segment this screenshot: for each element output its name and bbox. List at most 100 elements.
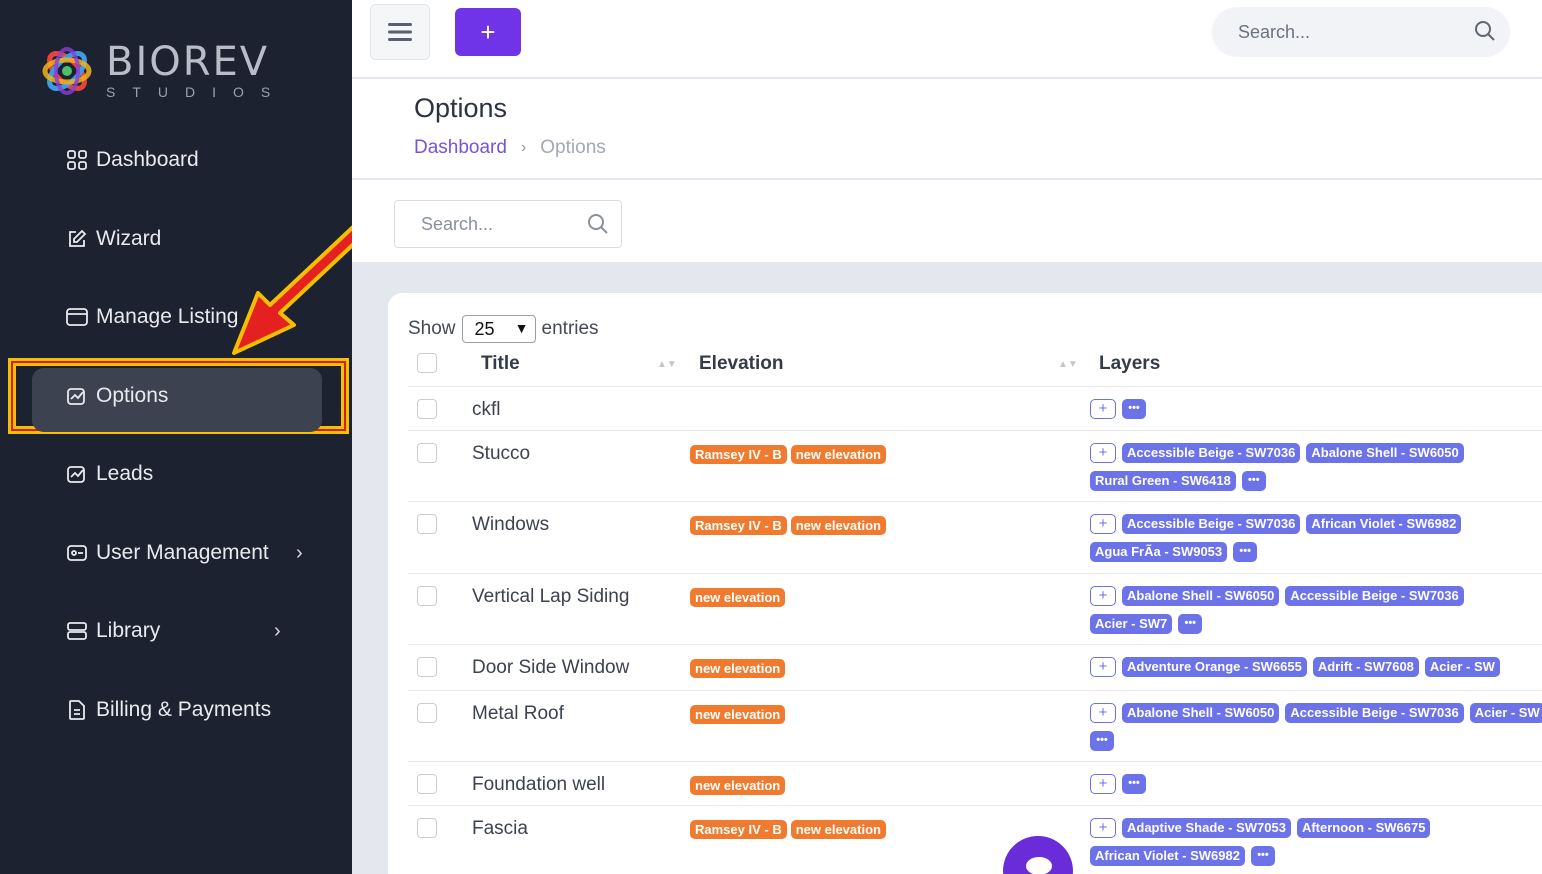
column-header-layers[interactable]: Layers [1099, 353, 1160, 375]
column-header-elevation[interactable]: Elevation [699, 353, 783, 375]
table-row[interactable]: Stucco Ramsey IV - B new elevation + Acc… [408, 431, 1542, 502]
table-row[interactable]: Vertical Lap Siding new elevation + Abal… [408, 574, 1542, 645]
add-layer-button[interactable]: + [1090, 443, 1116, 463]
sidebar-item-wizard[interactable]: Wizard [66, 219, 161, 259]
sidebar-item-label: User Management [96, 541, 269, 564]
menu-toggle-button[interactable] [370, 4, 430, 60]
row-checkbox[interactable] [417, 818, 437, 838]
elevation-badge: Ramsey IV - B [690, 445, 787, 464]
row-checkbox[interactable] [417, 514, 437, 534]
entries-select[interactable]: 25 ▼ [461, 315, 536, 343]
layer-badge: Accessible Beige - SW7036 [1285, 586, 1464, 606]
layer-badge: Abalone Shell - SW6050 [1306, 443, 1464, 463]
row-title: ckfl [472, 399, 501, 420]
chat-button[interactable] [1003, 836, 1073, 874]
sidebar-item-billing[interactable]: Billing & Payments [66, 690, 271, 730]
layer-badge: Acier - SW [1469, 703, 1542, 723]
row-title: Foundation well [472, 774, 606, 795]
elevation-badge: Ramsey IV - B [690, 820, 787, 839]
add-layer-button[interactable]: + [1090, 514, 1116, 534]
layer-badge: Rural Green - SW6418 [1090, 471, 1236, 491]
elevation-badge: new elevation [690, 659, 786, 678]
row-title: Metal Roof [472, 703, 564, 724]
row-checkbox[interactable] [417, 443, 437, 463]
grid-icon [66, 149, 88, 171]
table-row[interactable]: Door Side Window new elevation + Adventu… [408, 645, 1542, 691]
row-title: Windows [472, 514, 550, 535]
search-placeholder: Search... [1238, 21, 1311, 42]
row-checkbox[interactable] [417, 774, 437, 794]
sidebar-item-label: Leads [96, 462, 154, 485]
database-icon [66, 620, 88, 642]
more-layers-button[interactable]: ••• [1233, 542, 1258, 562]
page-title: Options [414, 93, 508, 123]
row-checkbox[interactable] [417, 586, 437, 606]
sidebar-item-leads[interactable]: Leads [66, 454, 153, 494]
search-icon [588, 214, 608, 234]
layer-badge: Adrift - SW7608 [1312, 657, 1419, 677]
options-search-input[interactable]: Search... [394, 200, 622, 248]
edit-icon [66, 228, 88, 250]
entries-label: entries [541, 318, 599, 339]
show-label: Show [408, 318, 456, 339]
topbar: + Search... [352, 0, 1542, 78]
entries-value: 25 [474, 318, 495, 339]
layer-badge: African Violet - SW6982 [1306, 514, 1462, 534]
more-layers-button[interactable]: ••• [1122, 399, 1146, 419]
sidebar-item-user-management[interactable]: User Management › [66, 533, 316, 573]
more-layers-button[interactable]: ••• [1178, 614, 1203, 634]
table-row[interactable]: Windows Ramsey IV - B new elevation + Ac… [408, 502, 1542, 574]
more-layers-button[interactable]: ••• [1250, 846, 1275, 866]
breadcrumb: Dashboard › Options [414, 137, 606, 159]
layer-badge: Acier - SW [1424, 657, 1500, 677]
layer-badge: Abalone Shell - SW6050 [1122, 586, 1280, 606]
more-layers-button[interactable]: ••• [1122, 774, 1146, 794]
add-layer-button[interactable]: + [1090, 399, 1116, 419]
chevron-down-icon: ▼ [514, 320, 529, 336]
layer-badge: Adventure Orange - SW6655 [1122, 657, 1307, 677]
sidebar-item-dashboard[interactable]: Dashboard [66, 140, 199, 180]
add-layer-button[interactable]: + [1090, 586, 1116, 606]
global-search-input[interactable]: Search... [1212, 7, 1510, 57]
logo-mark-icon [40, 43, 94, 99]
add-layer-button[interactable]: + [1090, 657, 1116, 677]
row-title: Door Side Window [472, 657, 630, 678]
chevron-right-icon: › [296, 541, 303, 564]
sidebar-item-library[interactable]: Library › [66, 611, 296, 651]
page-header: Options Dashboard › Options [352, 79, 1542, 179]
row-checkbox[interactable] [417, 399, 437, 419]
sidebar-item-label: Manage Listing [96, 305, 239, 328]
breadcrumb-home-link[interactable]: Dashboard [414, 137, 507, 159]
id-card-icon [66, 542, 88, 564]
column-header-title[interactable]: Title [481, 353, 520, 375]
sort-icon[interactable]: ▲▼ [1058, 359, 1078, 370]
add-layer-button[interactable]: + [1090, 818, 1116, 838]
brand-logo[interactable]: BIOREV STUDIOS [40, 42, 287, 100]
sidebar-item-label: Library [96, 619, 161, 642]
brand-subtitle: STUDIOS [106, 84, 288, 100]
more-layers-button[interactable]: ••• [1241, 471, 1266, 491]
sidebar-item-options[interactable]: Options [66, 376, 168, 416]
add-layer-button[interactable]: + [1090, 774, 1116, 794]
options-table-card: Show 25 ▼ entries Title ▲▼ Elevation ▲▼ … [388, 293, 1542, 874]
table-row[interactable]: Metal Roof new elevation + Abalone Shell… [408, 691, 1542, 762]
sort-icon[interactable]: ▲▼ [657, 359, 677, 370]
elevation-badge: new elevation [790, 445, 886, 464]
hamburger-icon [388, 23, 412, 41]
search-icon [1475, 21, 1495, 41]
sidebar-item-label: Dashboard [96, 148, 199, 171]
table-row[interactable]: ckfl + ••• [408, 387, 1542, 431]
layer-badge: Accessible Beige - SW7036 [1122, 443, 1301, 463]
row-checkbox[interactable] [417, 703, 437, 723]
more-layers-button[interactable]: ••• [1090, 731, 1114, 751]
add-layer-button[interactable]: + [1090, 703, 1116, 723]
chart-icon [66, 463, 88, 485]
table-row[interactable]: Fascia Ramsey IV - B new elevation + Ada… [408, 806, 1542, 874]
layer-badge: Abalone Shell - SW6050 [1122, 703, 1280, 723]
select-all-checkbox[interactable] [417, 353, 437, 373]
add-button[interactable]: + [455, 8, 521, 56]
layer-badge: African Violet - SW6982 [1090, 846, 1245, 866]
table-row[interactable]: Foundation well new elevation + ••• [408, 762, 1542, 806]
row-checkbox[interactable] [417, 657, 437, 677]
sidebar-item-manage-listing[interactable]: Manage Listing [66, 297, 238, 337]
